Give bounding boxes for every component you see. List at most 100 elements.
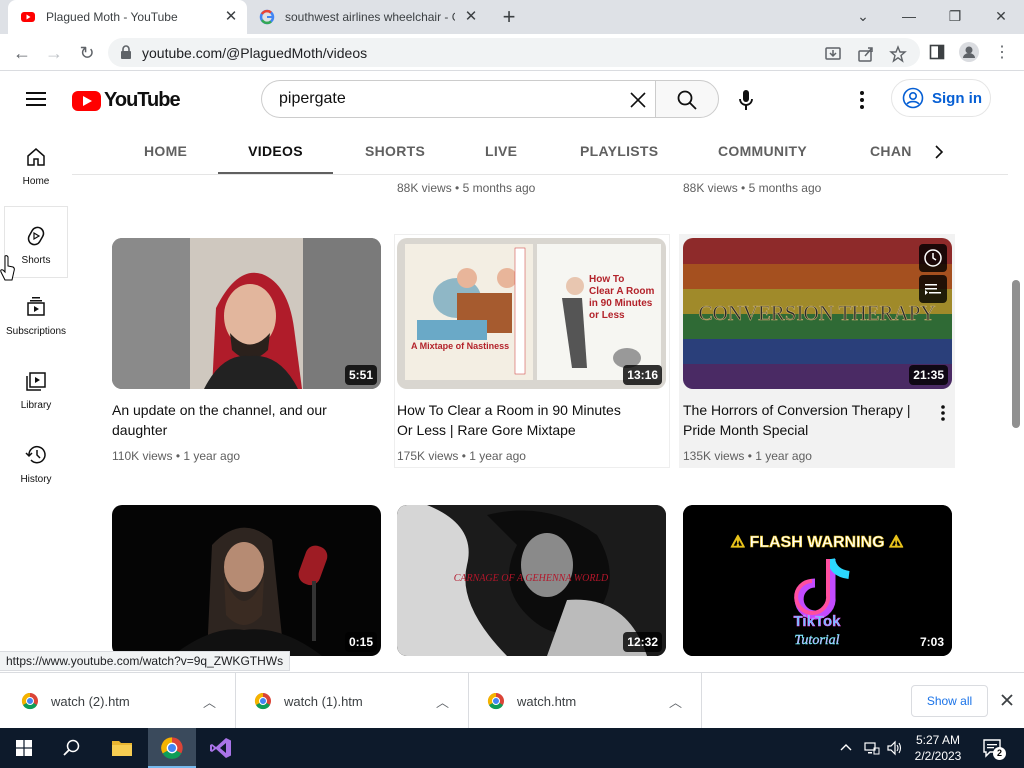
side-panel-icon[interactable] xyxy=(929,44,945,60)
video-title[interactable]: How To Clear a Room in 90 Minutes Or Les… xyxy=(397,400,637,440)
video-meta: 88K views • 5 months ago xyxy=(683,181,822,195)
svg-text:in 90 Minutes: in 90 Minutes xyxy=(589,298,653,309)
volume-icon[interactable] xyxy=(886,740,902,756)
mini-guide-sidebar: Home Shorts Subscriptions Library Histor… xyxy=(0,128,72,672)
tab-search-chevron-icon[interactable]: ⌄ xyxy=(851,6,875,26)
chrome-taskbar-button[interactable] xyxy=(148,728,196,768)
reload-icon[interactable]: ↻ xyxy=(75,41,99,65)
tab-community[interactable]: COMMUNITY xyxy=(718,128,807,174)
folder-icon xyxy=(112,741,132,756)
download-options-chevron-icon[interactable]: ︿ xyxy=(436,692,452,711)
video-more-actions-icon[interactable] xyxy=(933,403,953,423)
video-thumbnail[interactable]: CARNAGE OF A GEHENNA WORLD 12:32 xyxy=(397,505,666,656)
tab-shorts[interactable]: SHORTS xyxy=(365,128,425,174)
search-button[interactable] xyxy=(655,80,719,118)
share-icon[interactable] xyxy=(857,45,875,63)
download-options-chevron-icon[interactable]: ︿ xyxy=(669,692,685,711)
taskbar-search-button[interactable] xyxy=(48,728,96,768)
download-item[interactable]: watch (1).htm ︿ xyxy=(237,673,469,729)
network-icon[interactable] xyxy=(864,740,880,756)
file-explorer-button[interactable] xyxy=(98,728,146,768)
settings-more-icon[interactable] xyxy=(850,88,874,112)
tab-close-icon[interactable]: ✕ xyxy=(223,9,239,25)
chrome-file-icon xyxy=(21,692,38,710)
youtube-play-icon xyxy=(72,90,101,111)
video-title[interactable]: The Horrors of Conversion Therapy | Prid… xyxy=(683,400,923,440)
bookmark-star-icon[interactable] xyxy=(889,45,907,63)
tab-plagued-moth[interactable]: Plagued Moth - YouTube ✕ xyxy=(8,0,247,34)
video-thumbnail[interactable]: 5:51 xyxy=(112,238,381,389)
tab-southwest-search[interactable]: southwest airlines wheelchair - G ✕ xyxy=(247,0,487,34)
lock-icon xyxy=(121,45,131,59)
download-item[interactable]: watch.htm ︿ xyxy=(470,673,702,729)
browser-toolbar: ← → ↻ youtube.com/@PlaguedMoth/videos ⋮ xyxy=(0,34,1024,71)
svg-text:Clear A Room: Clear A Room xyxy=(589,286,654,297)
watch-later-clock-icon[interactable] xyxy=(919,244,947,272)
windows-taskbar: 5:27 AM 2/2/2023 2 xyxy=(0,728,1024,768)
download-options-chevron-icon[interactable]: ︿ xyxy=(203,692,219,711)
chrome-icon xyxy=(161,737,183,759)
notification-count-badge: 2 xyxy=(993,747,1006,760)
sidebar-item-history[interactable]: History xyxy=(4,426,68,498)
video-title[interactable]: An update on the channel, and our daught… xyxy=(112,400,352,440)
tiktok-thumbnail-image: ⚠ FLASH WARNING ⚠ TikTok Tutorial xyxy=(683,505,952,656)
tab-live[interactable]: LIVE xyxy=(485,128,517,174)
address-bar[interactable]: youtube.com/@PlaguedMoth/videos xyxy=(108,38,920,67)
close-window-icon[interactable]: ✕ xyxy=(989,6,1013,26)
hamburger-menu-icon[interactable] xyxy=(26,90,46,108)
search-query: pipergate xyxy=(279,90,346,107)
tab-playlists[interactable]: PLAYLISTS xyxy=(580,128,658,174)
svg-text:CARNAGE OF A GEHENNA WORLD: CARNAGE OF A GEHENNA WORLD xyxy=(454,573,609,584)
tab-home[interactable]: HOME xyxy=(144,128,187,174)
tab-videos[interactable]: VIDEOS xyxy=(218,128,333,174)
restore-icon[interactable]: ❐ xyxy=(943,6,967,26)
sign-in-button[interactable]: Sign in xyxy=(891,79,991,117)
tab-title: Plagued Moth - YouTube xyxy=(46,10,178,24)
microphone-icon[interactable] xyxy=(734,88,758,112)
sidebar-item-library[interactable]: Library xyxy=(4,352,68,424)
clear-search-icon[interactable] xyxy=(627,89,649,111)
hand-cursor-icon xyxy=(0,255,15,281)
new-tab-plus-icon[interactable]: + xyxy=(499,6,519,28)
youtube-logo[interactable]: YouTube xyxy=(72,89,181,112)
sidebar-item-subscriptions[interactable]: Subscriptions xyxy=(4,278,68,350)
add-to-queue-icon[interactable] xyxy=(919,275,947,303)
tab-close-icon[interactable]: ✕ xyxy=(463,9,479,25)
show-all-downloads-button[interactable]: Show all xyxy=(911,685,988,717)
action-center-button[interactable]: 2 xyxy=(982,738,1006,760)
video-meta: 88K views • 5 months ago xyxy=(397,181,536,195)
close-shelf-icon[interactable] xyxy=(998,691,1016,709)
video-meta: 175K views • 1 year ago xyxy=(397,449,526,463)
tray-show-hidden-chevron-icon[interactable] xyxy=(840,742,852,754)
tabs-next-chevron-icon[interactable] xyxy=(928,141,950,163)
tab-title: southwest airlines wheelchair - G xyxy=(285,10,455,24)
install-app-icon[interactable] xyxy=(824,45,842,63)
video-duration: 0:15 xyxy=(344,632,377,652)
system-clock[interactable]: 5:27 AM 2/2/2023 xyxy=(906,732,970,764)
minimize-icon[interactable]: — xyxy=(897,6,921,26)
profile-avatar-icon[interactable] xyxy=(959,42,979,62)
svg-text:A Mixtape of Nastiness: A Mixtape of Nastiness xyxy=(411,341,509,351)
start-button[interactable] xyxy=(0,728,48,768)
video-meta: 135K views • 1 year ago xyxy=(683,449,812,463)
forward-arrow-icon[interactable]: → xyxy=(42,41,66,65)
channel-tabs: HOME VIDEOS SHORTS LIVE PLAYLISTS COMMUN… xyxy=(72,128,1008,175)
streamer-thumbnail-image xyxy=(172,527,328,656)
visual-studio-button[interactable] xyxy=(197,728,245,768)
scrollbar-thumb[interactable] xyxy=(1012,280,1020,428)
video-duration: 12:32 xyxy=(623,632,662,652)
video-thumbnail[interactable]: ⚠ FLASH WARNING ⚠ TikTok Tutorial 7:03 xyxy=(683,505,952,656)
tab-channels[interactable]: CHAN xyxy=(870,128,912,174)
sign-in-label: Sign in xyxy=(932,89,982,107)
page-scrollbar[interactable] xyxy=(1008,72,1024,672)
search-input[interactable]: pipergate xyxy=(261,80,656,118)
download-item[interactable]: watch (2).htm ︿ xyxy=(4,673,236,729)
clock-time: 5:27 AM xyxy=(915,733,961,747)
sidebar-item-home[interactable]: Home xyxy=(4,128,68,200)
video-thumbnail[interactable]: CONVERSION THERAPY 21:35 xyxy=(683,238,952,389)
chrome-menu-icon[interactable]: ⋮ xyxy=(990,41,1014,65)
video-thumbnail[interactable]: 0:15 xyxy=(112,505,381,656)
back-arrow-icon[interactable]: ← xyxy=(10,41,34,65)
video-thumbnail[interactable]: How To Clear A Room in 90 Minutes or Les… xyxy=(397,238,666,389)
account-circle-icon xyxy=(902,87,924,109)
